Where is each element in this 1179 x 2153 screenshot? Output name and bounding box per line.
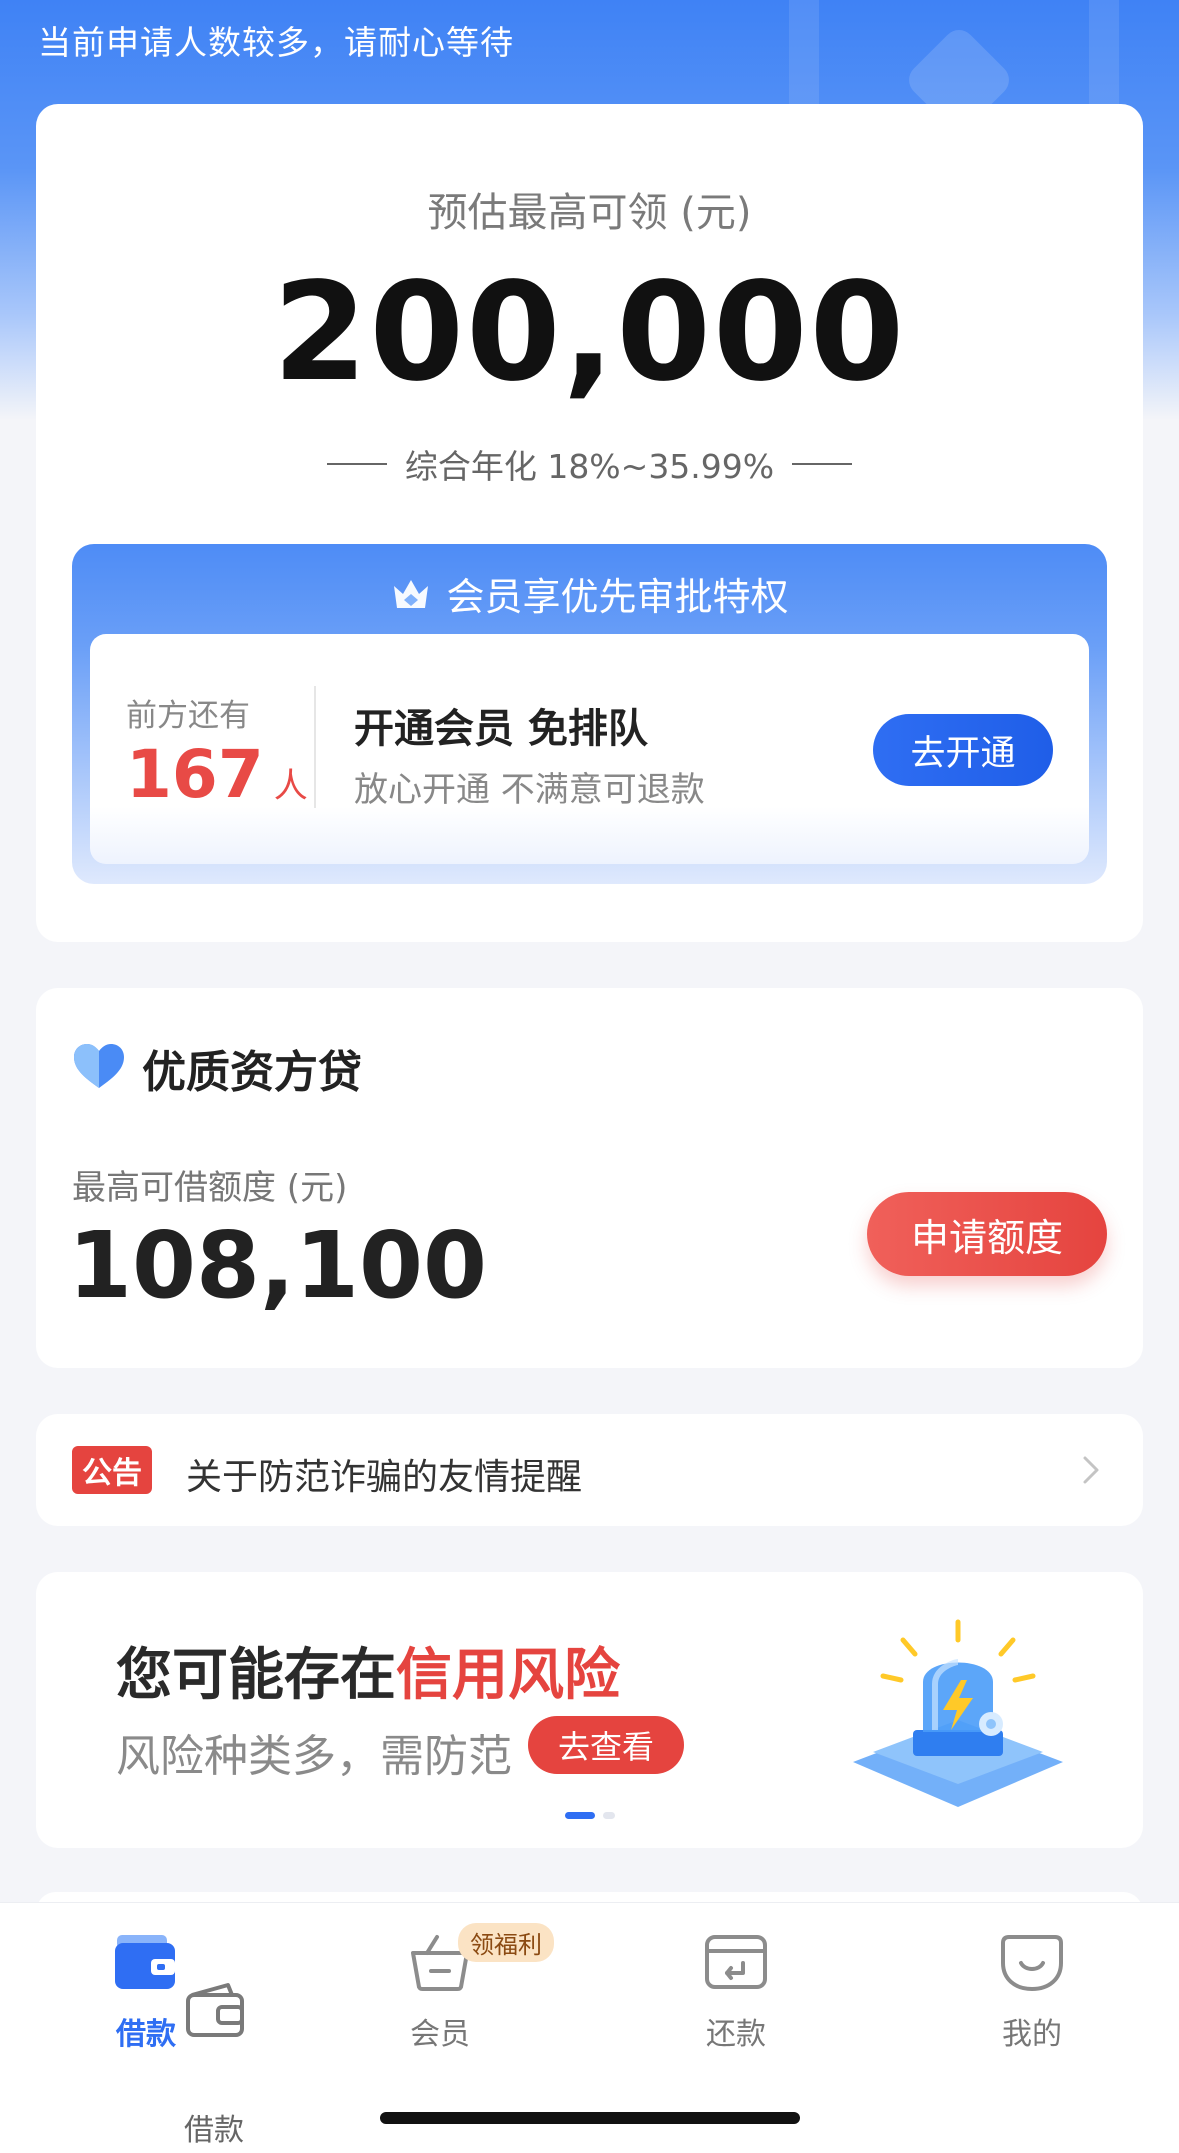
vip-subline: 放心开通 不满意可退款 — [354, 770, 705, 810]
risk-title-highlight: 信用风险 — [396, 1643, 620, 1708]
vip-title-text: 会员享优先审批特权 — [446, 575, 789, 619]
loan-limit-label: 最高可借额度 (元) — [72, 1168, 348, 1208]
estimate-card: 预估最高可领 (元) 200,000 综合年化 18%~35.99% 会员享优先… — [36, 104, 1143, 942]
risk-title-prefix: 您可能存在 — [116, 1643, 396, 1708]
view-risk-button[interactable]: 去查看 — [528, 1716, 684, 1774]
risk-subtitle: 风险种类多，需防范 — [116, 1731, 512, 1782]
loan-card: 优质资方贷 最高可借额度 (元) 108,100 申请额度 — [36, 988, 1143, 1368]
carousel-dot-active — [564, 1812, 595, 1819]
queue-count: 167 人 — [126, 736, 308, 813]
tab-mine-label: 我的 — [1002, 2017, 1062, 2052]
tab-member[interactable]: 领福利 会员 — [340, 1923, 554, 2053]
crown-icon — [394, 579, 429, 608]
welfare-badge: 领福利 — [458, 1923, 554, 1962]
annual-rate-text: 综合年化 18%~35.99% — [404, 447, 775, 486]
wallet-outline-icon — [186, 1983, 244, 2037]
tab-mine[interactable]: 我的 — [932, 1931, 1132, 2053]
risk-banner[interactable]: 您可能存在信用风险 风险种类多，需防范 去查看 — [36, 1572, 1143, 1848]
ghost-tab-label: 借款 — [184, 2113, 244, 2148]
loan-limit-amount: 108,100 — [68, 1212, 488, 1319]
chevron-right-icon — [1083, 1456, 1099, 1484]
home-indicator[interactable] — [380, 2112, 800, 2124]
vip-headline: 开通会员 免排队 — [354, 706, 648, 752]
tab-repay-label: 还款 — [706, 2017, 766, 2052]
estimate-label: 预估最高可领 (元) — [427, 190, 752, 236]
announcement-bar[interactable]: 公告 关于防范诈骗的友情提醒 — [36, 1414, 1143, 1526]
smile-face-icon — [1001, 1935, 1063, 1992]
vip-offer-panel: 前方还有 167 人 开通会员 免排队 放心开通 不满意可退款 去开通 — [90, 634, 1089, 864]
announcement-text: 关于防范诈骗的友情提醒 — [186, 1457, 583, 1498]
queue-count-unit: 人 — [273, 766, 308, 806]
estimate-amount: 200,000 — [272, 254, 907, 412]
annual-rate: 综合年化 18%~35.99% — [36, 440, 1143, 488]
open-membership-button[interactable]: 去开通 — [873, 714, 1053, 786]
repay-card-icon — [705, 1935, 767, 1989]
vertical-divider — [314, 686, 316, 808]
loan-title: 优质资方贷 — [142, 1047, 362, 1098]
wallet-icon — [115, 1935, 175, 1989]
queue-notice: 当前申请人数较多，请耐心等待 — [38, 23, 514, 62]
risk-title: 您可能存在信用风险 — [116, 1630, 620, 1711]
announcement-tag: 公告 — [72, 1446, 152, 1494]
alarm-light-icon — [853, 1619, 1063, 1807]
rate-left-line — [326, 463, 387, 465]
carousel-dot — [602, 1812, 615, 1819]
vip-promo-box: 会员享优先审批特权 前方还有 167 人 开通会员 免排队 放心开通 不满意可退款… — [72, 544, 1107, 884]
tab-member-label: 会员 — [410, 2017, 470, 2052]
queue-count-number: 167 — [126, 736, 264, 813]
apply-limit-button[interactable]: 申请额度 — [867, 1192, 1107, 1276]
rate-right-line — [792, 463, 853, 465]
queue-label: 前方还有 — [126, 698, 250, 734]
tab-repay[interactable]: 还款 — [636, 1931, 836, 2053]
heart-icon — [74, 1044, 124, 1088]
carousel-indicator — [36, 1812, 1143, 1819]
vip-title: 会员享优先审批特权 — [72, 566, 1107, 621]
